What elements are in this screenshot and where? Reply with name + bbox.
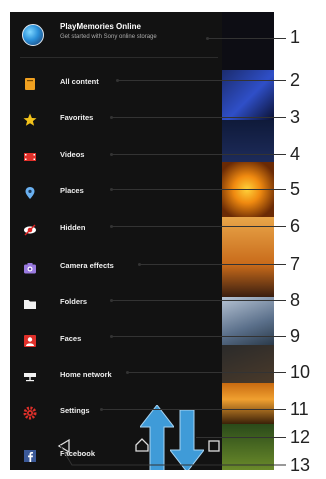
callout-line: [112, 226, 286, 227]
callout-line: [118, 80, 286, 81]
faces-icon: [23, 334, 37, 348]
photo-thumbnail[interactable]: [220, 217, 274, 297]
callout-dot: [138, 263, 141, 266]
callout-number: 5: [290, 179, 301, 199]
playmemories-logo-icon: [22, 24, 44, 46]
callout-dot: [116, 79, 119, 82]
menu-item-label: All content: [60, 77, 99, 86]
callout-number: 6: [290, 216, 301, 236]
menu-item-label: Settings: [60, 406, 90, 415]
callout-line: [208, 38, 286, 39]
callout-number: 1: [290, 27, 301, 47]
menu-item-label: Home network: [60, 370, 112, 379]
video-icon: [23, 150, 37, 164]
callout-number: 10: [290, 362, 311, 382]
menu-item-favorites[interactable]: Favorites: [10, 104, 222, 134]
hidden-eye-icon: [23, 223, 37, 237]
home-network-icon: [23, 370, 37, 384]
callout-line: [112, 154, 286, 155]
callout-number: 12: [290, 427, 311, 447]
photo-thumbnail[interactable]: [220, 70, 274, 120]
menu-item-label: Hidden: [60, 223, 86, 232]
menu-item-label: Folders: [60, 297, 88, 306]
callout-line: [102, 409, 286, 410]
callout-line: [112, 336, 286, 337]
callout-dot: [126, 371, 129, 374]
menu-item-camera-effects[interactable]: Camera effects: [10, 252, 222, 282]
callout-line-facebook: [60, 445, 286, 466]
callout-line: [196, 437, 286, 438]
photo-thumbnail[interactable]: [220, 297, 274, 345]
callout-dot: [110, 335, 113, 338]
camera-icon: [23, 261, 37, 275]
all-content-icon: [23, 77, 37, 91]
folder-icon: [23, 297, 37, 311]
callout-number: 4: [290, 144, 301, 164]
callout-number: 9: [290, 326, 301, 346]
photo-thumbnail[interactable]: [220, 120, 274, 162]
callout-number: 2: [290, 70, 301, 90]
playmemories-online-header[interactable]: PlayMemories Online Get started with Son…: [10, 12, 222, 56]
map-pin-icon: [23, 186, 37, 200]
menu-item-label: Favorites: [60, 113, 94, 122]
menu-item-all-content[interactable]: All content: [10, 68, 222, 98]
callout-number: 13: [290, 455, 311, 475]
callout-dot: [110, 188, 113, 191]
photo-thumbnail[interactable]: [220, 383, 274, 424]
callout-number: 8: [290, 290, 301, 310]
menu-item-home-network[interactable]: Home network: [10, 361, 222, 391]
photo-thumbnail[interactable]: [220, 12, 274, 70]
callout-dot: [110, 116, 113, 119]
menu-item-hidden[interactable]: Hidden: [10, 214, 222, 244]
gear-icon: [23, 406, 37, 420]
callout-dot: [110, 299, 113, 302]
callout-line: [112, 300, 286, 301]
callout-dot: [206, 37, 209, 40]
callout-line: [112, 117, 286, 118]
menu-item-faces[interactable]: Faces: [10, 325, 222, 355]
star-icon: [23, 113, 37, 127]
header-title: PlayMemories Online: [60, 22, 141, 31]
callout-number: 11: [290, 399, 309, 419]
divider: [20, 57, 218, 58]
menu-item-label: Camera effects: [60, 261, 114, 270]
menu-item-places[interactable]: Places: [10, 177, 222, 207]
callout-line: [112, 189, 286, 190]
callout-number: 3: [290, 107, 301, 127]
header-subtitle: Get started with Sony online storage: [60, 34, 157, 40]
menu-item-label: Videos: [60, 150, 85, 159]
callout-line: [140, 264, 286, 265]
menu-item-folders[interactable]: Folders: [10, 288, 222, 318]
photo-thumbnail[interactable]: [220, 345, 274, 383]
callout-dot: [100, 408, 103, 411]
callout-dot: [110, 153, 113, 156]
menu-item-label: Faces: [60, 334, 82, 343]
callout-dot: [110, 225, 113, 228]
callout-line: [128, 372, 286, 373]
menu-item-videos[interactable]: Videos: [10, 141, 222, 171]
callout-number: 7: [290, 254, 301, 274]
menu-item-label: Places: [60, 186, 84, 195]
